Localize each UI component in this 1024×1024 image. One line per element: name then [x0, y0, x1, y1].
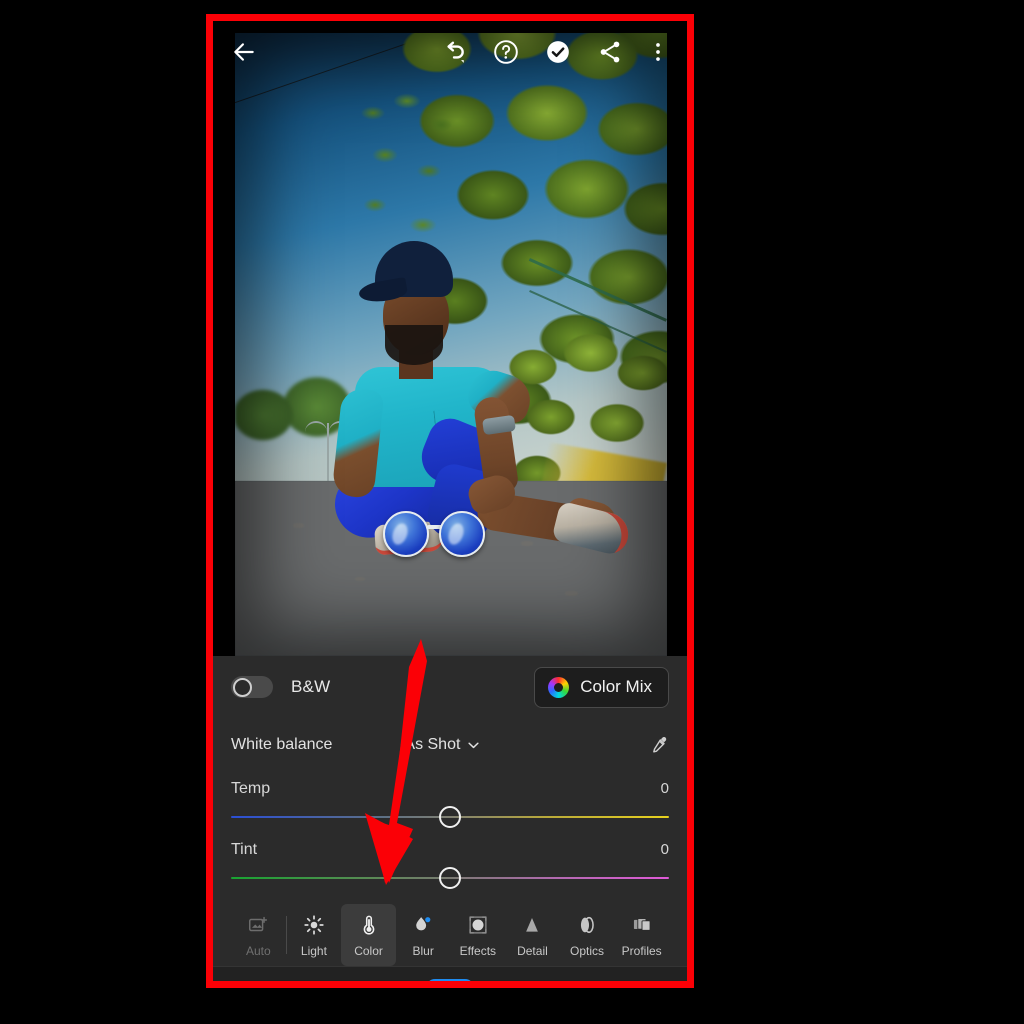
blur-droplet-icon	[416, 915, 432, 930]
sunglasses-right-lens	[439, 511, 485, 557]
color-edit-panel: B&W Color Mix White balance As Shot Temp…	[213, 656, 687, 966]
tint-slider-track[interactable]	[231, 866, 669, 890]
tree-branch-sprigs	[355, 93, 485, 263]
phone-screen: B&W Color Mix White balance As Shot Temp…	[213, 21, 687, 981]
screenshot-root: B&W Color Mix White balance As Shot Temp…	[0, 0, 1024, 1024]
tool-profiles-label: Profiles	[621, 943, 662, 958]
road-debris	[355, 577, 365, 581]
tool-light[interactable]: Light	[287, 904, 342, 966]
nav-edit[interactable]	[426, 978, 474, 981]
toggle-knob	[232, 677, 252, 697]
tint-value: 0	[660, 841, 669, 858]
tool-detail-label: Detail	[517, 943, 548, 958]
road-debris	[293, 523, 304, 528]
temp-slider-block: Temp 0	[231, 780, 669, 829]
tool-blur[interactable]: Blur	[396, 904, 451, 966]
tint-label: Tint	[231, 841, 258, 858]
photo-preview-area[interactable]	[213, 21, 687, 656]
bw-toggle[interactable]	[231, 676, 273, 698]
lens-reflection	[445, 521, 467, 547]
sunglasses-left-lens	[383, 511, 429, 557]
tool-detail[interactable]: Detail	[505, 904, 560, 966]
tint-slider-knob[interactable]	[439, 867, 461, 889]
road-debris	[565, 591, 578, 596]
white-balance-row: White balance As Shot	[231, 722, 669, 768]
tool-auto[interactable]: Auto	[231, 904, 286, 966]
tint-slider-block: Tint 0	[231, 841, 669, 890]
tool-color-label: Color	[354, 943, 383, 958]
tool-effects-label: Effects	[459, 943, 497, 958]
detail-triangle-icon	[526, 917, 539, 932]
thermometer-icon	[363, 915, 374, 935]
tool-effects[interactable]: Effects	[451, 904, 506, 966]
temp-label: Temp	[231, 780, 271, 797]
effects-frame-icon	[469, 915, 487, 934]
chevron-down-icon	[468, 742, 480, 748]
lens-reflection	[389, 521, 411, 547]
checkmark-circle-icon[interactable]	[545, 39, 571, 65]
color-wheel-icon	[548, 676, 570, 698]
white-balance-dropdown[interactable]: As Shot	[404, 736, 480, 754]
nav-crop[interactable]	[344, 979, 392, 982]
tool-optics-label: Optics	[570, 943, 605, 958]
temp-slider-knob[interactable]	[439, 806, 461, 828]
help-circle-icon[interactable]	[493, 39, 519, 65]
white-balance-value: As Shot	[404, 736, 461, 753]
optics-lens-icon	[581, 916, 594, 933]
bw-row: B&W Color Mix	[231, 656, 669, 718]
back-arrow-icon[interactable]	[231, 39, 257, 65]
tool-color[interactable]: Color	[341, 904, 396, 966]
edited-photo-preview[interactable]	[235, 33, 667, 656]
tool-strip: Auto Light Color Blur Effects Detail Opt…	[231, 904, 669, 966]
more-vertical-icon[interactable]	[649, 39, 667, 65]
color-mix-button[interactable]: Color Mix	[534, 666, 669, 708]
temp-slider-head: Temp 0	[231, 780, 669, 798]
color-mix-label: Color Mix	[580, 677, 652, 696]
beard	[385, 325, 443, 365]
auto-enhance-icon	[249, 916, 268, 931]
person-subject	[327, 241, 633, 558]
share-icon[interactable]	[597, 39, 623, 65]
tool-blur-label: Blur	[412, 943, 434, 958]
bw-label: B&W	[291, 677, 331, 696]
undo-icon[interactable]	[441, 39, 467, 65]
tint-slider-head: Tint 0	[231, 841, 669, 859]
back-button[interactable]	[213, 39, 257, 65]
sunglasses-prop	[383, 511, 487, 559]
tool-auto-label: Auto	[245, 943, 271, 958]
annotation-border-highlight: B&W Color Mix White balance As Shot Temp…	[206, 14, 694, 988]
tool-optics[interactable]: Optics	[560, 904, 615, 966]
temp-value: 0	[660, 780, 669, 797]
sun-icon	[304, 914, 324, 935]
nav-masking[interactable]	[508, 979, 556, 982]
nav-presets[interactable]	[262, 979, 310, 982]
bottom-navigation-bar	[213, 966, 687, 981]
profiles-stack-icon	[633, 917, 651, 931]
white-balance-label: White balance	[231, 736, 333, 753]
tool-profiles[interactable]: Profiles	[614, 904, 669, 966]
top-toolbar	[213, 21, 687, 83]
eyedropper-icon[interactable]	[649, 734, 669, 756]
temp-slider-track[interactable]	[231, 805, 669, 829]
nav-healing[interactable]	[590, 979, 638, 982]
tool-light-label: Light	[300, 943, 327, 958]
top-toolbar-actions	[441, 39, 687, 65]
